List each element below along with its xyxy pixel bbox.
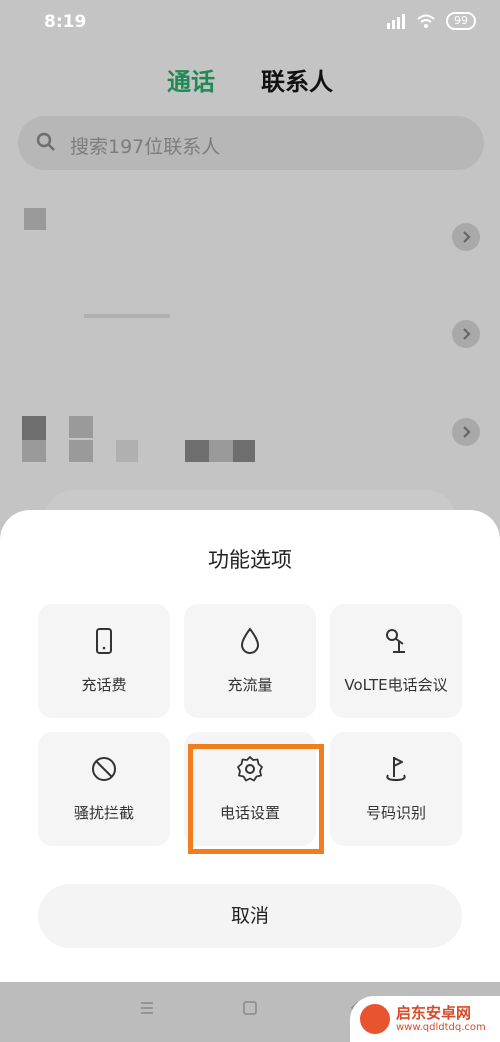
status-icons: 99 bbox=[386, 12, 476, 30]
cancel-button[interactable]: 取消 bbox=[38, 884, 462, 948]
detail-chevron-button[interactable] bbox=[452, 320, 480, 348]
detail-chevron-button[interactable] bbox=[452, 223, 480, 251]
option-label: 充话费 bbox=[81, 676, 127, 694]
option-label: 号码识别 bbox=[365, 804, 426, 822]
watermark-logo-icon bbox=[360, 1004, 390, 1034]
highlight-box bbox=[188, 744, 324, 854]
blurred-text bbox=[69, 440, 93, 462]
option-recharge-data[interactable]: 充流量 bbox=[184, 604, 316, 718]
tab-calls[interactable]: 通话 bbox=[167, 62, 215, 97]
block-icon bbox=[92, 757, 116, 781]
blurred-text bbox=[69, 416, 93, 438]
chevron-right-icon bbox=[463, 426, 471, 438]
blurred-text bbox=[116, 440, 138, 462]
phone-icon bbox=[96, 628, 112, 654]
option-label: 充流量 bbox=[227, 676, 273, 694]
home-icon[interactable] bbox=[242, 1000, 258, 1016]
microphone-icon bbox=[386, 629, 405, 653]
option-recharge-call[interactable]: 充话费 bbox=[38, 604, 170, 718]
site-watermark: 启东安卓网 www.qdldtdq.com bbox=[350, 996, 500, 1042]
tab-contacts[interactable]: 联系人 bbox=[261, 62, 333, 97]
blurred-text bbox=[84, 314, 170, 318]
blurred-avatar bbox=[24, 208, 46, 230]
battery-badge: 99 bbox=[446, 12, 476, 30]
chevron-right-icon bbox=[463, 231, 471, 243]
search-input[interactable]: 搜索197位联系人 bbox=[18, 116, 484, 170]
watermark-url: www.qdldtdq.com bbox=[396, 1022, 486, 1033]
option-number-recognition[interactable]: 号码识别 bbox=[330, 732, 462, 846]
droplet-icon bbox=[240, 627, 260, 654]
watermark-name: 启东安卓网 bbox=[396, 1004, 472, 1022]
signal-icon bbox=[387, 14, 405, 29]
flag-pin-icon bbox=[386, 757, 406, 782]
chevron-right-icon bbox=[463, 328, 471, 340]
status-time: 8:19 bbox=[44, 12, 87, 32]
option-label: 骚扰拦截 bbox=[73, 804, 134, 822]
status-bar: 8:19 99 bbox=[0, 0, 500, 44]
blurred-text bbox=[233, 440, 255, 462]
sheet-title: 功能选项 bbox=[208, 548, 292, 572]
option-label: VoLTE电话会议 bbox=[344, 676, 448, 694]
detail-chevron-button[interactable] bbox=[452, 418, 480, 446]
option-harassment-block[interactable]: 骚扰拦截 bbox=[38, 732, 170, 846]
option-volte-conference[interactable]: VoLTE电话会议 bbox=[330, 604, 462, 718]
blurred-text bbox=[185, 440, 209, 462]
top-tabs: 通话 联系人 bbox=[0, 62, 500, 97]
blurred-avatar bbox=[22, 440, 46, 462]
wifi-icon bbox=[417, 14, 435, 28]
search-placeholder: 搜索197位联系人 bbox=[70, 136, 221, 158]
blurred-text bbox=[209, 440, 233, 462]
blurred-avatar bbox=[22, 416, 46, 440]
search-icon bbox=[36, 132, 55, 151]
menu-icon[interactable] bbox=[139, 1000, 155, 1016]
